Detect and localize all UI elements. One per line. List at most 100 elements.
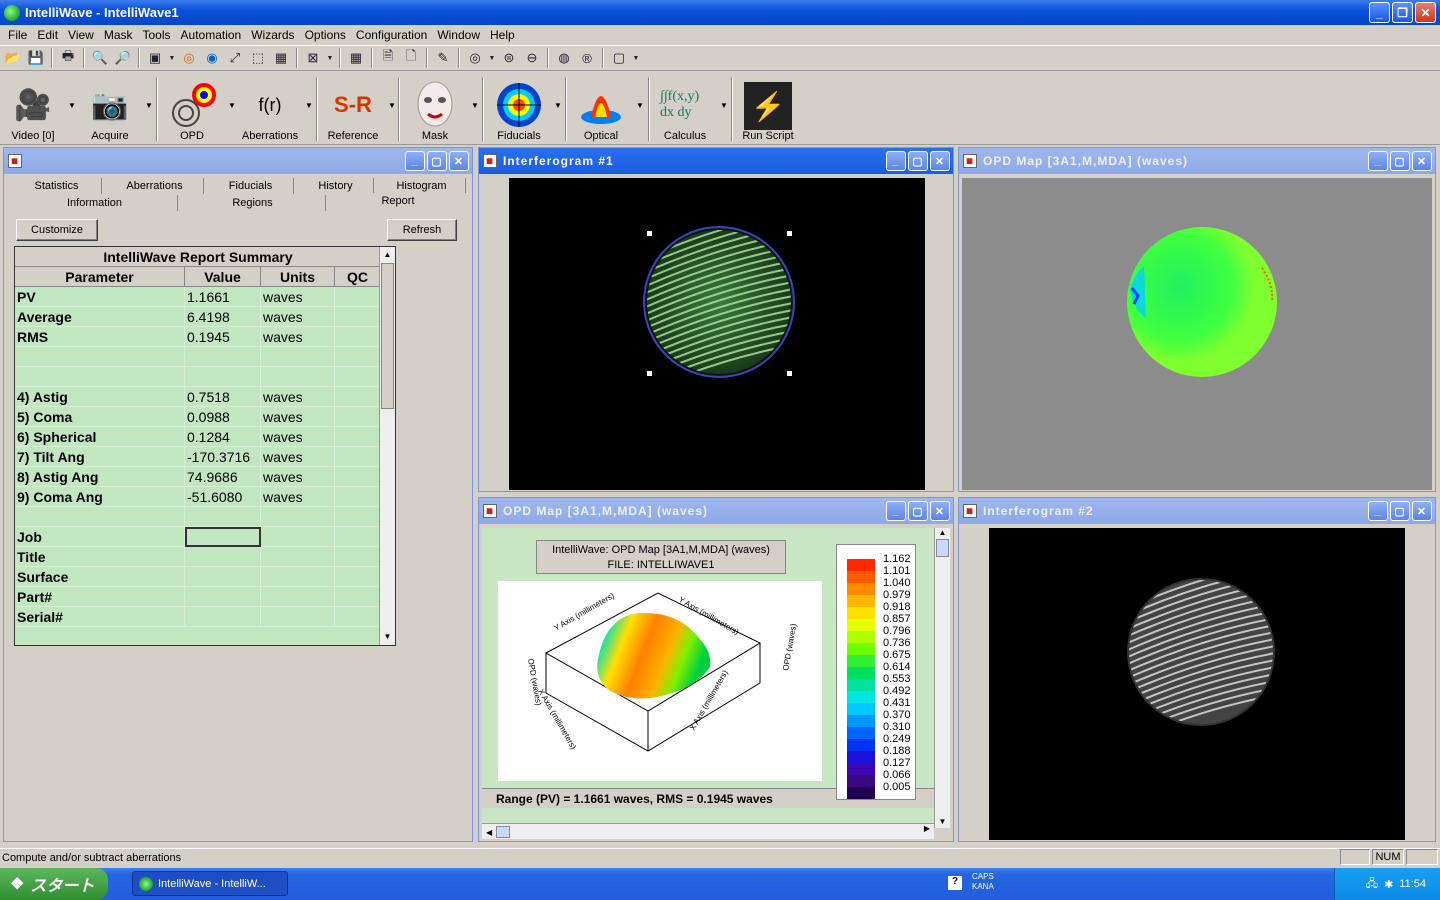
tab-aberrations[interactable]: Aberrations: [106, 178, 204, 194]
close-button[interactable]: ✕: [1412, 151, 1432, 171]
taskbar-item-intelliwave[interactable]: IntelliWave - IntelliW...: [132, 871, 288, 896]
clock[interactable]: 11:54: [1399, 878, 1426, 890]
help-icon[interactable]: ?: [948, 876, 962, 890]
minimize-button[interactable]: _: [886, 501, 906, 521]
value-cell[interactable]: [185, 587, 261, 607]
menu-mask[interactable]: Mask: [99, 28, 138, 42]
lens-icon[interactable]: ⊜: [499, 48, 519, 68]
antivirus-icon[interactable]: ✱: [1384, 878, 1393, 891]
value-cell[interactable]: [185, 367, 261, 387]
maximize-button[interactable]: ▢: [1390, 501, 1410, 521]
chevron-down-icon[interactable]: ▼: [168, 48, 176, 68]
menu-options[interactable]: Options: [300, 28, 351, 42]
value-cell[interactable]: [185, 527, 261, 547]
report-icon[interactable]: 🗎: [378, 48, 398, 68]
menu-configuration[interactable]: Configuration: [351, 28, 432, 42]
value-cell[interactable]: [185, 567, 261, 587]
maximize-button[interactable]: ▢: [908, 501, 928, 521]
close-button[interactable]: ✕: [930, 501, 950, 521]
value-cell[interactable]: 0.1945: [185, 327, 261, 347]
close-button[interactable]: ✕: [930, 151, 950, 171]
menu-view[interactable]: View: [63, 28, 99, 42]
tab-statistics[interactable]: Statistics: [12, 178, 102, 194]
menu-file[interactable]: File: [3, 28, 32, 42]
minimize-button[interactable]: _: [886, 151, 906, 171]
restore-button[interactable]: ❐: [1392, 2, 1413, 23]
tab-fiducials[interactable]: Fiducials: [208, 178, 294, 194]
xy-plot-icon[interactable]: ⊠: [303, 48, 323, 68]
tab-history[interactable]: History: [298, 178, 374, 194]
scroll-thumb[interactable]: [381, 263, 394, 409]
aberrations-button[interactable]: f(r) Aberrations: [238, 76, 302, 143]
opd-3d-plot[interactable]: Y Axis (millimeters) Y Axis (millimeters…: [498, 581, 822, 781]
display-mode-icon[interactable]: ▣: [145, 48, 165, 68]
value-cell[interactable]: 1.1661: [185, 287, 261, 307]
grid-icon[interactable]: ▦: [346, 48, 366, 68]
maximize-button[interactable]: ▢: [1390, 151, 1410, 171]
value-cell[interactable]: 6.4198: [185, 307, 261, 327]
open-icon[interactable]: 📂: [3, 48, 23, 68]
color-map-icon[interactable]: ◉: [202, 48, 222, 68]
tab-report[interactable]: Report: [328, 193, 468, 209]
value-cell[interactable]: [185, 607, 261, 627]
chevron-down-icon[interactable]: ▼: [326, 48, 334, 68]
value-cell[interactable]: [185, 507, 261, 527]
scroll-up-icon[interactable]: ▲: [935, 528, 950, 537]
network-icon[interactable]: 🖧: [1366, 875, 1378, 894]
value-cell[interactable]: -51.6080: [185, 487, 261, 507]
value-cell[interactable]: 0.1284: [185, 427, 261, 447]
zoom-in-icon[interactable]: 🔍: [90, 48, 110, 68]
minimize-button[interactable]: _: [1369, 2, 1390, 23]
opd-3d-vscroll[interactable]: ▲ ▼: [934, 528, 950, 828]
plot-3d-icon[interactable]: ▦: [271, 48, 291, 68]
close-button[interactable]: ✕: [449, 151, 469, 171]
window-icon[interactable]: ▢: [609, 48, 629, 68]
opd-button[interactable]: OPD: [164, 76, 220, 142]
scroll-left-icon[interactable]: ◀: [482, 828, 492, 837]
start-button[interactable]: ❖ スタート: [0, 868, 108, 900]
pencil-icon[interactable]: ✎: [433, 48, 453, 68]
menu-window[interactable]: Window: [432, 28, 485, 42]
save-icon[interactable]: 💾: [26, 48, 46, 68]
opd-map-top-image[interactable]: [962, 178, 1432, 490]
value-cell[interactable]: [185, 547, 261, 567]
contour-map-icon[interactable]: ◎: [179, 48, 199, 68]
calculus-button[interactable]: ∫∫f(x,y) dx dy Calculus: [654, 76, 716, 142]
value-cell[interactable]: [185, 347, 261, 367]
chevron-down-icon[interactable]: ▼: [488, 48, 496, 68]
reference-button[interactable]: S-R Reference: [322, 76, 384, 142]
scroll-down-icon[interactable]: ▼: [935, 817, 950, 826]
optical-button[interactable]: Optical: [572, 76, 630, 142]
value-cell[interactable]: -170.3716: [185, 447, 261, 467]
menu-tools[interactable]: Tools: [138, 28, 176, 42]
menu-automation[interactable]: Automation: [176, 28, 247, 42]
interferogram-2-image[interactable]: [989, 528, 1405, 840]
scroll-thumb[interactable]: [936, 539, 949, 557]
scroll-down-icon[interactable]: ▼: [380, 629, 395, 645]
chevron-down-icon[interactable]: ▼: [632, 48, 640, 68]
minimize-button[interactable]: _: [1368, 501, 1388, 521]
plot-xyz-icon[interactable]: ⤢: [225, 48, 245, 68]
value-cell[interactable]: 0.0988: [185, 407, 261, 427]
close-button[interactable]: ✕: [1412, 501, 1432, 521]
scroll-right-icon[interactable]: ▶: [924, 824, 930, 833]
tab-histogram[interactable]: Histogram: [378, 178, 466, 194]
video-button[interactable]: 🎥 Video [0]: [4, 76, 62, 143]
mask-button[interactable]: Mask: [406, 76, 464, 142]
document-icon[interactable]: 🗋: [401, 48, 421, 68]
lens-compare-icon[interactable]: ⊖: [522, 48, 542, 68]
tab-information[interactable]: Information: [12, 195, 178, 211]
zoom-out-icon[interactable]: 🔎: [113, 48, 133, 68]
refresh-button[interactable]: Refresh: [387, 219, 457, 241]
menu-edit[interactable]: Edit: [32, 28, 63, 42]
fiducials-button[interactable]: Fiducials: [490, 76, 548, 142]
close-button[interactable]: ✕: [1415, 2, 1436, 23]
ime-indicator[interactable]: CAPS KANA: [972, 872, 994, 892]
maximize-button[interactable]: ▢: [427, 151, 447, 171]
scroll-thumb[interactable]: [495, 825, 510, 838]
menu-help[interactable]: Help: [485, 28, 520, 42]
maximize-button[interactable]: ▢: [908, 151, 928, 171]
value-cell[interactable]: 74.9686: [185, 467, 261, 487]
acquire-button[interactable]: 📷 Acquire: [82, 76, 138, 143]
print-icon[interactable]: 🖶: [58, 48, 78, 68]
